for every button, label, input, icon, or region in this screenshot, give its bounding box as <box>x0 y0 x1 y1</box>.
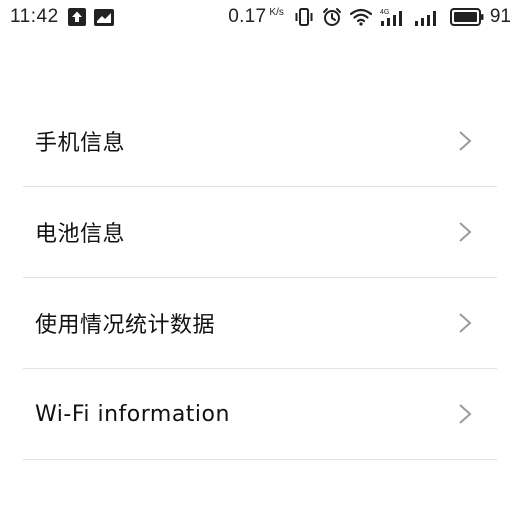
chevron-right-icon <box>455 404 475 424</box>
battery-icon <box>449 8 484 26</box>
status-bar: 11:42 0.17 K/s 4G 91 <box>0 0 520 34</box>
list-item-label: Wi-Fi information <box>35 401 230 427</box>
status-time: 11:42 <box>10 6 59 27</box>
chevron-right-icon <box>455 131 475 151</box>
network-speed-unit: K/s <box>269 7 284 18</box>
list-item-label: 手机信息 <box>35 131 126 156</box>
list-item-battery-info[interactable]: 电池信息 <box>23 187 497 278</box>
status-bar-left: 11:42 <box>10 0 114 34</box>
image-icon <box>93 8 114 26</box>
alarm-icon <box>322 7 342 27</box>
list-item-label: 使用情况统计数据 <box>35 313 216 338</box>
signal-4g-label: 4G <box>380 9 389 16</box>
network-speed-value: 0.17 <box>228 6 267 27</box>
chevron-right-icon <box>455 222 475 242</box>
list-item-label: 电池信息 <box>35 222 126 247</box>
signal-4g-icon: 4G <box>380 7 406 27</box>
chevron-right-icon <box>455 313 475 333</box>
network-speed: 0.17 K/s <box>228 6 284 28</box>
upload-icon <box>67 8 86 26</box>
settings-list: 手机信息 电池信息 使用情况统计数据 Wi-Fi information <box>23 96 497 460</box>
battery-level: 91 <box>489 6 511 27</box>
vibrate-icon <box>294 7 314 27</box>
wifi-icon <box>349 8 372 26</box>
list-item-usage-stats[interactable]: 使用情况统计数据 <box>23 278 497 369</box>
status-bar-right: 0.17 K/s 4G 91 <box>228 0 511 34</box>
list-item-wifi-information[interactable]: Wi-Fi information <box>23 369 497 460</box>
list-item-phone-info[interactable]: 手机信息 <box>23 96 497 187</box>
signal-icon <box>414 7 440 27</box>
